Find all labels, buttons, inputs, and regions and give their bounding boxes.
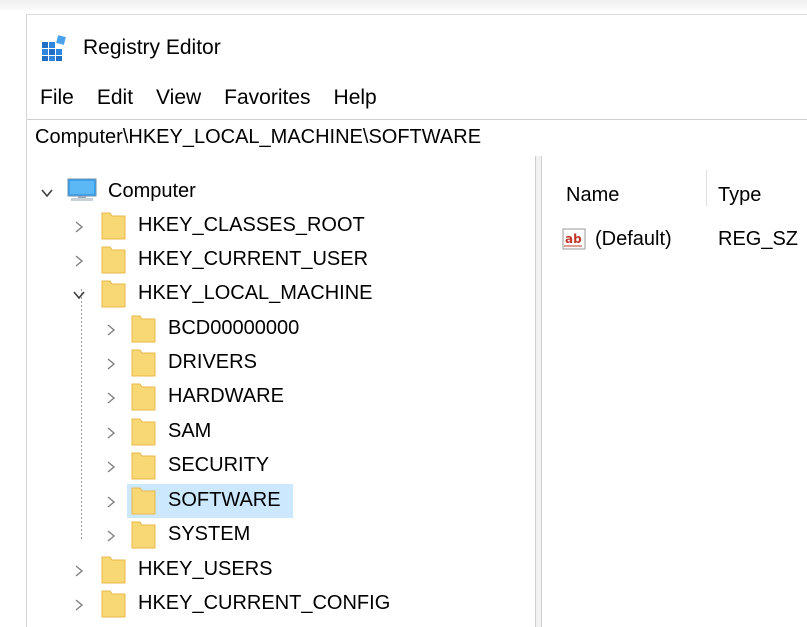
tree-node-sam[interactable]: SAM <box>27 416 535 448</box>
chevron-right-icon[interactable] <box>103 494 119 510</box>
menu-bar: File Edit View Favorites Help <box>27 81 807 115</box>
tree-node-drivers[interactable]: DRIVERS <box>27 347 535 379</box>
menu-help[interactable]: Help <box>321 86 387 110</box>
folder-icon <box>131 418 156 446</box>
key-tree-pane[interactable]: Computer HKEY_CLASSES_ROOT HKEY_CURRENT_… <box>27 156 535 627</box>
tree-node-label: SYSTEM <box>168 523 251 545</box>
value-type: REG_SZ <box>718 228 799 250</box>
folder-icon <box>101 280 126 308</box>
tree-node-label: SOFTWARE <box>168 489 281 511</box>
pane-splitter[interactable] <box>535 156 542 627</box>
folder-icon <box>131 349 156 377</box>
folder-icon <box>131 452 156 480</box>
tree-node-label: HKEY_CURRENT_USER <box>138 248 369 270</box>
value-row[interactable]: ab (Default) REG_SZ <box>542 223 807 255</box>
tree-node-label: DRIVERS <box>168 351 257 373</box>
tree-node-label: HKEY_LOCAL_MACHINE <box>138 282 373 304</box>
chevron-right-icon[interactable] <box>71 219 87 235</box>
menu-edit[interactable]: Edit <box>84 86 143 110</box>
tree-node-label: BCD00000000 <box>168 317 300 339</box>
menu-view[interactable]: View <box>143 86 211 110</box>
desktop-background <box>0 0 807 10</box>
folder-icon <box>131 521 156 549</box>
computer-icon <box>67 178 97 201</box>
chevron-right-icon[interactable] <box>71 563 87 579</box>
chevron-right-icon[interactable] <box>103 390 119 406</box>
tree-node-label: SAM <box>168 420 212 442</box>
chevron-right-icon[interactable] <box>71 253 87 269</box>
registry-editor-window: Registry Editor File Edit View Favorites… <box>26 14 807 627</box>
title-bar[interactable]: Registry Editor <box>27 15 807 77</box>
column-header-name[interactable]: Name <box>566 184 619 207</box>
chevron-right-icon[interactable] <box>103 459 119 475</box>
tree-node-hkey-classes-root[interactable]: HKEY_CLASSES_ROOT <box>27 210 535 242</box>
chevron-right-icon[interactable] <box>103 322 119 338</box>
values-list-pane[interactable]: Name Type ab (Default) REG_SZ <box>542 156 807 627</box>
tree-node-software[interactable]: SOFTWARE <box>27 484 535 518</box>
tree-node-label: HARDWARE <box>168 385 284 407</box>
folder-icon <box>131 315 156 343</box>
tree-node-system[interactable]: SYSTEM <box>27 519 535 551</box>
chevron-right-icon[interactable] <box>103 528 119 544</box>
tree-node-hkey-local-machine[interactable]: HKEY_LOCAL_MACHINE <box>27 278 535 310</box>
folder-icon <box>101 212 126 240</box>
chevron-right-icon[interactable] <box>103 356 119 372</box>
menu-file[interactable]: File <box>27 86 84 110</box>
tree-node-label: HKEY_CLASSES_ROOT <box>138 214 365 236</box>
tree-node-bcd00000000[interactable]: BCD00000000 <box>27 313 535 345</box>
tree-node-hkey-users[interactable]: HKEY_USERS <box>27 554 535 586</box>
menu-favorites[interactable]: Favorites <box>211 86 320 110</box>
folder-icon <box>101 590 126 618</box>
folder-icon <box>101 246 126 274</box>
tree-node-computer[interactable]: Computer <box>27 176 535 208</box>
tree-node-label: HKEY_CURRENT_CONFIG <box>138 592 391 614</box>
address-bar[interactable]: Computer\HKEY_LOCAL_MACHINE\SOFTWARE <box>27 119 807 157</box>
chevron-right-icon[interactable] <box>103 425 119 441</box>
address-path[interactable]: Computer\HKEY_LOCAL_MACHINE\SOFTWARE <box>35 126 481 149</box>
tree-node-label: HKEY_USERS <box>138 558 273 580</box>
tree-node-hkey-current-user[interactable]: HKEY_CURRENT_USER <box>27 244 535 276</box>
chevron-right-icon[interactable] <box>71 597 87 613</box>
tree-node-security[interactable]: SECURITY <box>27 450 535 482</box>
folder-icon <box>131 487 156 515</box>
folder-icon <box>101 556 126 584</box>
folder-icon <box>131 383 156 411</box>
registry-editor-icon <box>42 35 66 61</box>
svg-text:ab: ab <box>565 232 582 246</box>
tree-node-hardware[interactable]: HARDWARE <box>27 381 535 413</box>
tree-node-label: Computer <box>108 180 196 202</box>
column-header-type[interactable]: Type <box>718 184 761 207</box>
string-value-icon: ab <box>562 228 586 250</box>
tree-node-hkey-current-config[interactable]: HKEY_CURRENT_CONFIG <box>27 588 535 620</box>
tree-node-label: SECURITY <box>168 454 270 476</box>
value-name: (Default) <box>595 228 672 250</box>
chevron-down-icon[interactable] <box>39 185 55 201</box>
window-title: Registry Editor <box>83 36 221 59</box>
chevron-down-icon[interactable] <box>71 287 87 303</box>
column-divider[interactable] <box>706 170 707 206</box>
